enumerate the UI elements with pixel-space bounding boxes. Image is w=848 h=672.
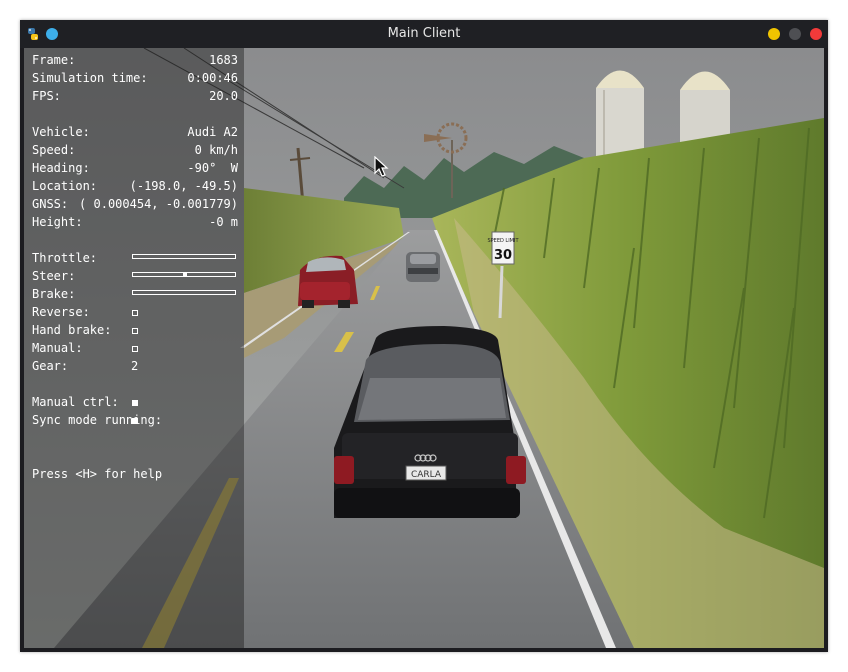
sim-time-label: Simulation time: xyxy=(32,71,148,85)
hud-fps: FPS: 20.0 xyxy=(32,88,238,104)
hud-sim-time: Simulation time: 0:00:46 xyxy=(32,70,238,86)
license-plate: CARLA xyxy=(411,470,442,480)
hud-reverse: Reverse: xyxy=(32,304,236,320)
maximize-button[interactable] xyxy=(789,28,801,40)
steer-indicator xyxy=(183,272,187,277)
throttle-label: Throttle: xyxy=(32,251,98,265)
gear-value: 2 xyxy=(131,359,139,373)
speed-sign-top: SPEED LIMIT xyxy=(487,238,519,244)
sync-mode-indicator xyxy=(132,418,138,424)
hud-location: Location: (-198.0, -49.5) xyxy=(32,178,238,194)
speed-value: 0 km/h xyxy=(194,143,238,157)
location-value: (-198.0, -49.5) xyxy=(129,179,238,193)
gnss-label: GNSS: xyxy=(32,197,69,211)
gnss-value: ( 0.000454, -0.001779) xyxy=(79,197,238,211)
heading-label: Heading: xyxy=(32,161,90,175)
hud-speed: Speed: 0 km/h xyxy=(32,142,238,158)
steer-bar xyxy=(132,272,236,277)
app-window: Main Client SPEED LIMIT 30 CARLA Frame: … xyxy=(20,20,828,652)
hud-height: Height: -0 m xyxy=(32,214,238,230)
handbrake-label: Hand brake: xyxy=(32,323,112,337)
manual-indicator xyxy=(132,346,138,352)
hud-vehicle: Vehicle: Audi A2 xyxy=(32,124,238,140)
fps-value: 20.0 xyxy=(209,89,238,103)
hud-panel: Frame: 1683 Simulation time: 0:00:46 FPS… xyxy=(24,48,244,648)
manual-ctrl-label: Manual ctrl: xyxy=(32,395,119,409)
steer-label: Steer: xyxy=(32,269,76,283)
gear-label: Gear: xyxy=(32,359,69,373)
help-hint: Press <H> for help xyxy=(32,467,163,481)
vehicle-label: Vehicle: xyxy=(32,125,90,139)
sync-mode-label: Sync mode running: xyxy=(32,413,163,427)
heading-value: -90° W xyxy=(187,161,238,175)
hud-gear: Gear: 2 xyxy=(32,358,236,374)
hud-throttle: Throttle: xyxy=(32,250,236,266)
manual-label: Manual: xyxy=(32,341,83,355)
hud-help: Press <H> for help xyxy=(32,466,236,482)
close-button[interactable] xyxy=(810,28,822,40)
brake-label: Brake: xyxy=(32,287,76,301)
hud-steer: Steer: xyxy=(32,268,236,284)
hud-gnss: GNSS: ( 0.000454, -0.001779) xyxy=(32,196,238,212)
sim-time-value: 0:00:46 xyxy=(187,71,238,85)
height-value: -0 m xyxy=(209,215,238,229)
location-label: Location: xyxy=(32,179,98,193)
simulation-viewport[interactable]: SPEED LIMIT 30 CARLA Frame: 1683 Simulat… xyxy=(24,48,824,648)
hud-sync-mode: Sync mode running: xyxy=(32,412,236,428)
distant-car xyxy=(406,252,440,282)
reverse-label: Reverse: xyxy=(32,305,90,319)
manual-ctrl-indicator xyxy=(132,400,138,406)
frame-value: 1683 xyxy=(209,53,238,67)
brake-bar xyxy=(132,290,236,295)
hud-frame: Frame: 1683 xyxy=(32,52,238,68)
hud-handbrake: Hand brake: xyxy=(32,322,236,338)
hud-manual-ctrl: Manual ctrl: xyxy=(32,394,236,410)
frame-label: Frame: xyxy=(32,53,76,67)
height-label: Height: xyxy=(32,215,83,229)
hud-heading: Heading: -90° W xyxy=(32,160,238,176)
vehicle-value: Audi A2 xyxy=(187,125,238,139)
hud-brake: Brake: xyxy=(32,286,236,302)
speed-sign-value: 30 xyxy=(494,248,512,263)
hud-manual: Manual: xyxy=(32,340,236,356)
throttle-bar xyxy=(132,254,236,259)
handbrake-indicator xyxy=(132,328,138,334)
speed-label: Speed: xyxy=(32,143,76,157)
window-title: Main Client xyxy=(387,26,461,41)
reverse-indicator xyxy=(132,310,138,316)
mouse-cursor-icon xyxy=(374,156,389,177)
title-bar[interactable]: Main Client xyxy=(20,20,828,48)
fps-label: FPS: xyxy=(32,89,61,103)
minimize-button[interactable] xyxy=(768,28,780,40)
